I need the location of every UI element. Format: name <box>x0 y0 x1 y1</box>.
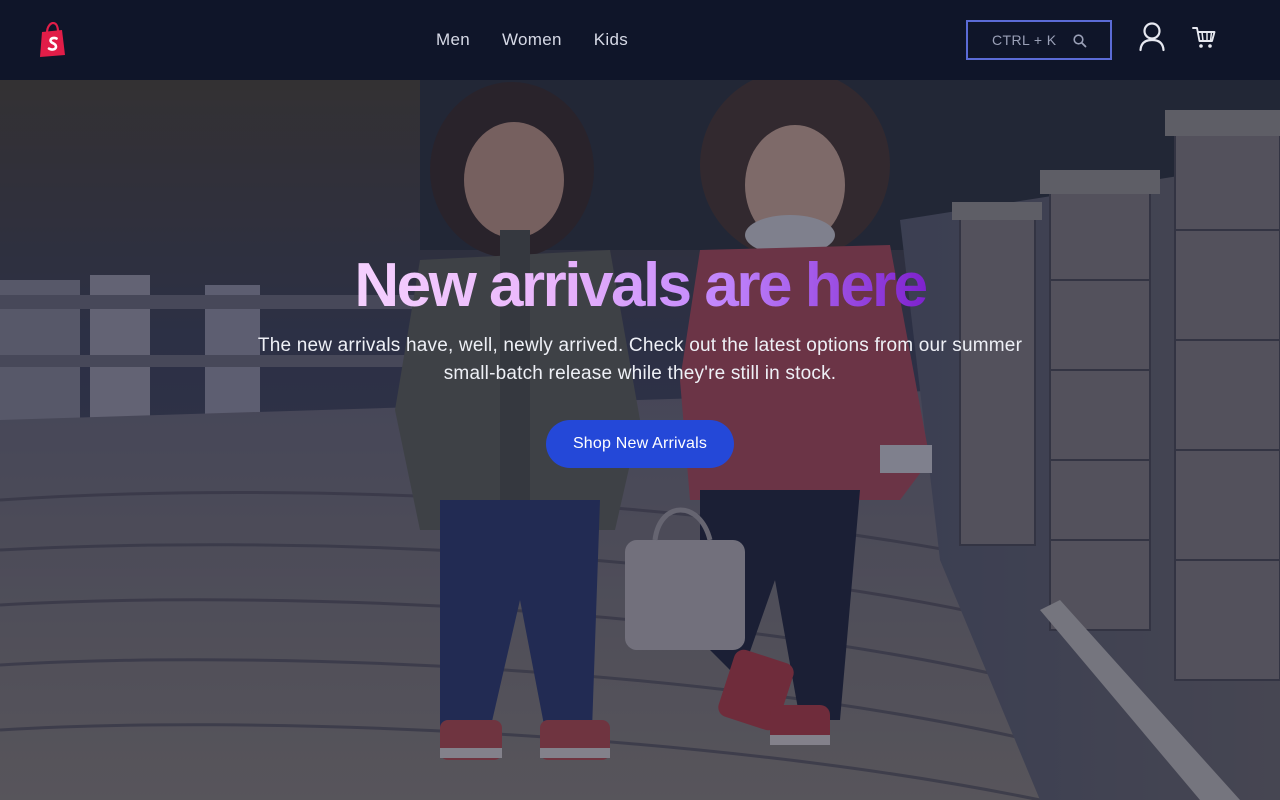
hero-title: New arrivals are here <box>354 248 928 324</box>
hero-content: New arrivals are here The new arrivals h… <box>0 80 1280 800</box>
nav-link-men[interactable]: Men <box>436 30 470 50</box>
shop-logo[interactable] <box>36 21 68 58</box>
site-header: Men Women Kids CTRL + K <box>0 0 1280 80</box>
main-nav: Men Women Kids <box>436 0 628 80</box>
search-shortcut-hint: CTRL + K <box>992 32 1057 48</box>
hero-section: New arrivals are here The new arrivals h… <box>0 80 1280 800</box>
search-icon <box>1073 34 1087 48</box>
account-button[interactable] <box>1136 20 1168 56</box>
user-icon <box>1139 22 1165 52</box>
shop-new-arrivals-button[interactable]: Shop New Arrivals <box>546 420 734 468</box>
nav-link-kids[interactable]: Kids <box>594 30 628 50</box>
hero-subtitle: The new arrivals have, well, newly arriv… <box>257 335 1023 384</box>
hero-title-wrap: New arrivals are here <box>0 248 1280 324</box>
cart-button[interactable] <box>1190 24 1218 52</box>
cart-icon <box>1192 27 1216 48</box>
search-button[interactable]: CTRL + K <box>966 20 1112 60</box>
nav-link-women[interactable]: Women <box>502 30 562 50</box>
shopping-bag-logo-icon <box>40 21 65 57</box>
